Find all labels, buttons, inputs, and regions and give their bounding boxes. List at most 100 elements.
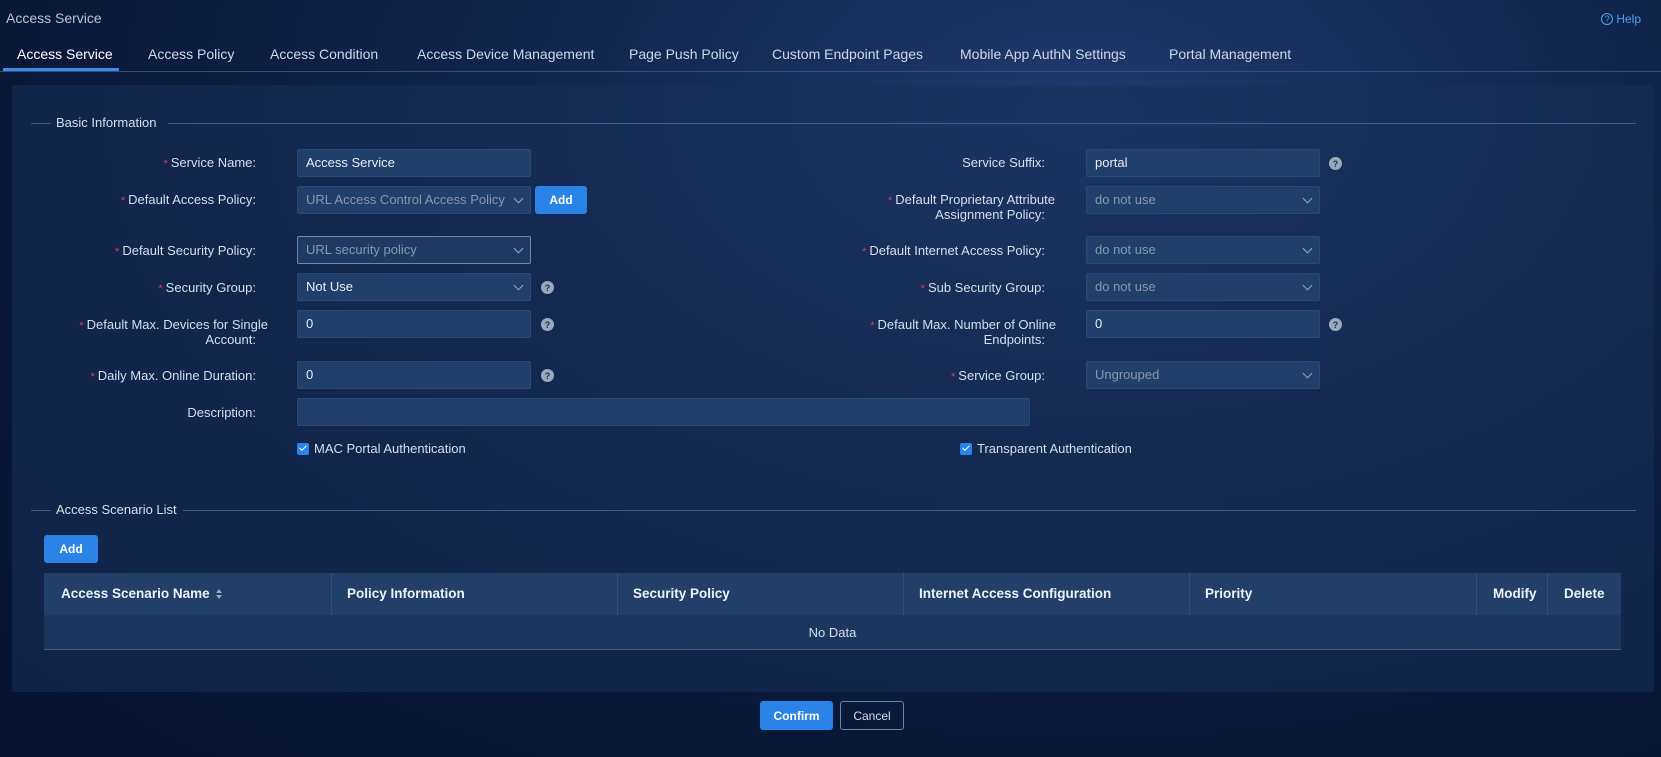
mac-portal-auth-label: MAC Portal Authentication <box>314 441 466 456</box>
required-marker: * <box>158 283 163 295</box>
add-scenario-button[interactable]: Add <box>44 535 98 563</box>
chevron-down-icon <box>1302 368 1313 379</box>
tab-access-policy[interactable]: Access Policy <box>148 42 234 72</box>
column-header-internet-access: Internet Access Configuration <box>919 586 1112 601</box>
daily-max-duration-input[interactable]: 0 <box>297 361 531 389</box>
default-access-policy-label: * Default Access Policy: <box>120 192 256 208</box>
default-internet-policy-value: do not use <box>1095 242 1156 257</box>
service-group-label: * Service Group: <box>951 368 1045 384</box>
basic-info-title: Basic Information <box>56 115 157 130</box>
default-access-policy-select[interactable]: URL Access Control Access Policy <box>297 186 531 214</box>
required-marker: * <box>163 158 168 170</box>
chevron-down-icon <box>1302 193 1313 204</box>
tab-access-condition[interactable]: Access Condition <box>270 42 378 72</box>
scenario-list-title: Access Scenario List <box>56 502 177 517</box>
section-divider <box>168 123 1636 124</box>
required-marker: * <box>115 246 120 258</box>
confirm-button[interactable]: Confirm <box>760 701 833 730</box>
service-group-select[interactable]: Ungrouped <box>1086 361 1320 389</box>
service-suffix-label: Service Suffix: <box>962 155 1045 170</box>
column-divider <box>1547 573 1548 615</box>
column-header-modify: Modify <box>1493 586 1537 601</box>
help-question-icon[interactable]: ? <box>541 369 554 382</box>
scenario-table-body: No Data <box>44 615 1621 650</box>
service-group-value: Ungrouped <box>1095 367 1160 382</box>
help-question-icon[interactable]: ? <box>541 281 554 294</box>
scenario-table-header: Access Scenario Name Policy Information … <box>44 573 1621 615</box>
service-suffix-input[interactable]: portal <box>1086 149 1320 177</box>
description-label: Description: <box>187 405 256 420</box>
transparent-auth-checkbox[interactable] <box>960 442 972 455</box>
column-header-security-policy: Security Policy <box>633 586 730 601</box>
service-name-input[interactable]: Access Service <box>297 149 531 177</box>
column-header-scenario-name[interactable]: Access Scenario Name <box>61 573 223 615</box>
section-divider <box>183 510 1636 511</box>
column-divider <box>1476 573 1477 615</box>
help-label: Help <box>1616 12 1641 26</box>
chevron-down-icon <box>1302 280 1313 291</box>
column-header-policy-info: Policy Information <box>347 586 465 601</box>
security-group-select[interactable]: Not Use <box>297 273 531 301</box>
default-proprietary-value: do not use <box>1095 192 1156 207</box>
column-header-delete: Delete <box>1564 586 1605 601</box>
daily-max-duration-label: * Daily Max. Online Duration: <box>90 368 256 384</box>
default-security-policy-select[interactable]: URL security policy <box>297 236 531 264</box>
required-marker: * <box>951 371 956 383</box>
max-online-endpoints-label: * Default Max. Number of Online Endpoints… <box>870 317 1056 347</box>
empty-state-text: No Data <box>808 625 857 640</box>
column-divider <box>1189 573 1190 615</box>
default-security-policy-label: * Default Security Policy: <box>115 243 256 259</box>
default-access-policy-value: URL Access Control Access Policy <box>306 192 505 207</box>
transparent-auth-label: Transparent Authentication <box>977 441 1132 456</box>
add-access-policy-button[interactable]: Add <box>535 186 587 214</box>
required-marker: * <box>870 320 875 332</box>
tab-custom-endpoint-pages[interactable]: Custom Endpoint Pages <box>772 42 923 72</box>
required-marker: * <box>90 371 95 383</box>
column-header-priority: Priority <box>1205 586 1253 601</box>
default-internet-policy-label: * Default Internet Access Policy: <box>862 243 1045 259</box>
sub-security-group-value: do not use <box>1095 279 1156 294</box>
chevron-down-icon <box>513 280 524 291</box>
tab-page-push-policy[interactable]: Page Push Policy <box>629 42 739 72</box>
active-tab-indicator <box>3 68 119 71</box>
tab-portal-management[interactable]: Portal Management <box>1169 42 1291 72</box>
column-divider <box>903 573 904 615</box>
required-marker: * <box>920 283 925 295</box>
help-question-icon[interactable]: ? <box>541 318 554 331</box>
column-divider <box>617 573 618 615</box>
default-internet-policy-select[interactable]: do not use <box>1086 236 1320 264</box>
default-security-policy-value: URL security policy <box>306 242 417 257</box>
sub-security-group-select[interactable]: do not use <box>1086 273 1320 301</box>
required-marker: * <box>888 195 893 207</box>
security-group-label: * Security Group: <box>158 280 256 296</box>
mac-portal-auth-checkbox[interactable] <box>297 442 309 455</box>
description-input[interactable] <box>297 398 1030 426</box>
column-divider <box>331 573 332 615</box>
chevron-down-icon <box>513 193 524 204</box>
required-marker: * <box>120 195 126 207</box>
help-link[interactable]: ? Help <box>1601 12 1641 26</box>
help-icon: ? <box>1601 13 1614 25</box>
default-proprietary-select[interactable]: do not use <box>1086 186 1320 214</box>
cancel-button[interactable]: Cancel <box>840 701 904 730</box>
section-divider <box>31 123 51 124</box>
tab-access-device-management[interactable]: Access Device Management <box>417 42 594 72</box>
sub-security-group-label: * Sub Security Group: <box>920 280 1045 296</box>
chevron-down-icon <box>1302 243 1313 254</box>
max-devices-input[interactable]: 0 <box>297 310 531 338</box>
help-question-icon[interactable]: ? <box>1329 318 1342 331</box>
security-group-value: Not Use <box>306 279 353 294</box>
app-title: Access Service <box>6 10 102 26</box>
max-online-endpoints-input[interactable]: 0 <box>1086 310 1320 338</box>
required-marker: * <box>79 320 84 332</box>
tab-mobile-app-authn-settings[interactable]: Mobile App AuthN Settings <box>960 42 1126 72</box>
service-name-label: * Service Name: <box>163 155 256 171</box>
default-proprietary-label: * Default Proprietary Attribute Assignmen… <box>888 192 1055 222</box>
max-devices-label: * Default Max. Devices for Single Account… <box>79 317 268 347</box>
help-question-icon[interactable]: ? <box>1329 157 1342 170</box>
section-divider <box>31 510 51 511</box>
transparent-auth-option[interactable]: Transparent Authentication <box>960 441 1132 456</box>
sort-icon[interactable] <box>215 589 223 600</box>
mac-portal-auth-option[interactable]: MAC Portal Authentication <box>297 441 466 456</box>
tab-bar: Access Service Access Policy Access Cond… <box>0 42 1661 72</box>
